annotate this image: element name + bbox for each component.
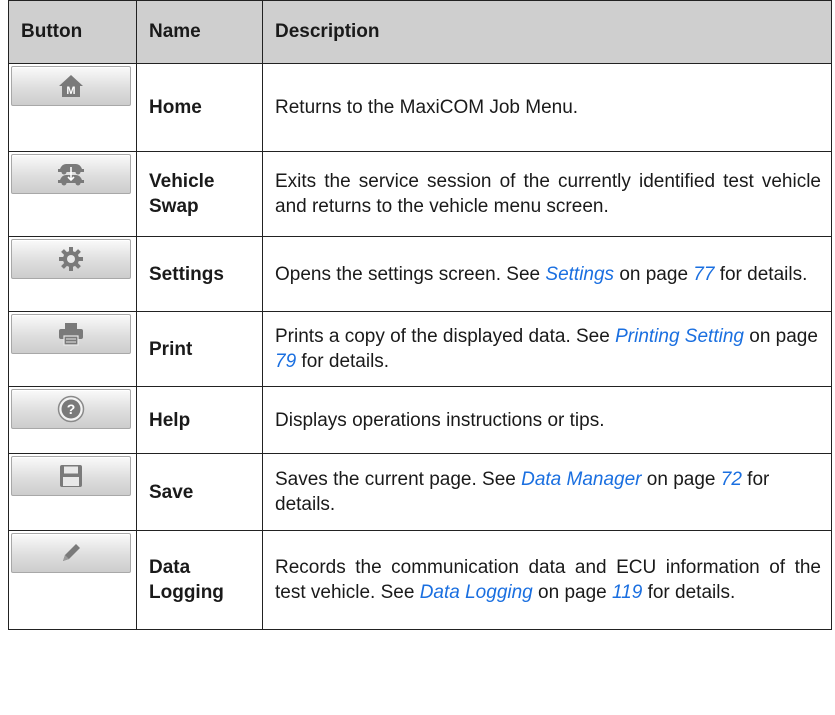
home-button[interactable]: M	[11, 66, 131, 106]
header-description: Description	[262, 0, 832, 64]
row-name: Vehicle Swap	[136, 151, 263, 237]
table-row: M Home Returns to the MaxiCOM Job Menu.	[8, 63, 832, 152]
pencil-icon	[63, 544, 80, 561]
row-name: Help	[136, 386, 263, 454]
table-header-row: Button Name Description	[8, 0, 832, 64]
table-row: ? Help Displays operations instructions …	[8, 386, 832, 454]
header-button: Button	[8, 0, 137, 64]
row-description: Opens the settings screen. See Settings …	[262, 236, 832, 312]
table-row: Vehicle Swap Exits the service session o…	[8, 151, 832, 237]
printer-icon	[59, 323, 83, 346]
table-row: Save Saves the current page. See Data Ma…	[8, 453, 832, 531]
page-link[interactable]: 77	[693, 264, 714, 285]
save-icon	[60, 465, 82, 487]
page-link[interactable]: 72	[721, 469, 742, 490]
table-row: Data Logging Records the communication d…	[8, 530, 832, 630]
row-description: Saves the current page. See Data Manager…	[262, 453, 832, 531]
row-name: Print	[136, 311, 263, 387]
data-manager-link[interactable]: Data Manager	[521, 469, 641, 490]
row-description: Displays operations instructions or tips…	[262, 386, 832, 454]
row-name: Home	[136, 63, 263, 152]
help-button[interactable]: ?	[11, 389, 131, 429]
toolbar-buttons-table: Button Name Description M Home Returns t…	[8, 0, 832, 630]
data-logging-button[interactable]	[11, 533, 131, 573]
table-row: Print Prints a copy of the displayed dat…	[8, 311, 832, 387]
row-name: Data Logging	[136, 530, 263, 630]
settings-button[interactable]	[11, 239, 131, 279]
svg-text:M: M	[66, 85, 75, 97]
printing-setting-link[interactable]: Printing Setting	[615, 326, 744, 347]
gear-icon	[59, 247, 83, 271]
row-description: Records the communication data and ECU i…	[262, 530, 832, 630]
save-button[interactable]	[11, 456, 131, 496]
svg-text:?: ?	[67, 401, 76, 417]
row-description: Prints a copy of the displayed data. See…	[262, 311, 832, 387]
header-name: Name	[136, 0, 263, 64]
print-button[interactable]	[11, 314, 131, 354]
page-link[interactable]: 119	[612, 582, 642, 603]
row-description: Returns to the MaxiCOM Job Menu.	[262, 63, 832, 152]
row-name: Save	[136, 453, 263, 531]
data-logging-link[interactable]: Data Logging	[420, 582, 533, 603]
page-link[interactable]: 79	[275, 351, 296, 372]
table-row: Settings Opens the settings screen. See …	[8, 236, 832, 312]
settings-link[interactable]: Settings	[545, 264, 614, 285]
row-description: Exits the service session of the current…	[262, 151, 832, 237]
home-icon: M	[59, 75, 83, 97]
vehicle-swap-button[interactable]	[11, 154, 131, 194]
row-name: Settings	[136, 236, 263, 312]
help-icon: ?	[57, 395, 85, 423]
vehicle-swap-icon	[58, 164, 84, 186]
